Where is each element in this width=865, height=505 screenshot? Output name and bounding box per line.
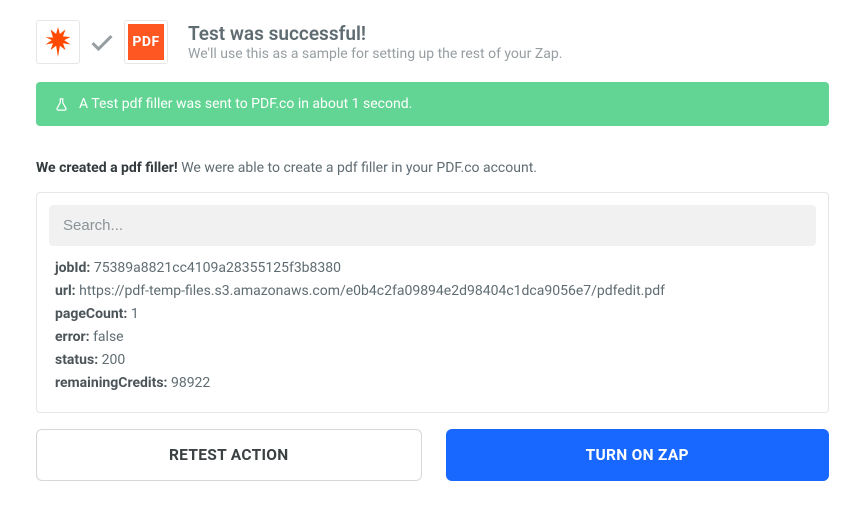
result-row: url: https://pdf-temp-files.s3.amazonaws…: [55, 283, 810, 299]
intro-text: We created a pdf filler! We were able to…: [36, 160, 829, 176]
check-icon: [88, 28, 116, 56]
result-list: jobId: 75389a8821cc4109a28355125f3b8380 …: [49, 260, 816, 400]
result-value: 200: [102, 352, 126, 368]
zapier-app-icon: [36, 20, 80, 64]
result-row: remainingCredits: 98922: [55, 375, 810, 391]
result-value: https://pdf-temp-files.s3.amazonaws.com/…: [79, 283, 665, 299]
header-text: Test was successful! We'll use this as a…: [188, 22, 562, 62]
success-subtitle: We'll use this as a sample for setting u…: [188, 46, 562, 62]
beaker-icon: [54, 97, 69, 112]
result-key: url:: [55, 283, 76, 299]
result-row: pageCount: 1: [55, 306, 810, 322]
result-key: jobId:: [55, 260, 90, 276]
result-row: status: 200: [55, 352, 810, 368]
result-key: status:: [55, 352, 98, 368]
turn-on-zap-button[interactable]: TURN ON ZAP: [446, 429, 830, 481]
success-title: Test was successful!: [188, 22, 562, 45]
retest-action-button[interactable]: RETEST ACTION: [36, 429, 422, 481]
button-row: RETEST ACTION TURN ON ZAP: [36, 429, 829, 481]
result-row: jobId: 75389a8821cc4109a28355125f3b8380: [55, 260, 810, 276]
zapier-starburst-icon: [43, 27, 73, 57]
result-row: error: false: [55, 329, 810, 345]
success-banner: A Test pdf filler was sent to PDF.co in …: [36, 82, 829, 126]
result-value: 75389a8821cc4109a28355125f3b8380: [94, 260, 341, 276]
search-input[interactable]: [49, 205, 816, 246]
result-value: 98922: [171, 375, 210, 391]
result-key: error:: [55, 329, 90, 345]
intro-rest: We were able to create a pdf filler in y…: [181, 160, 537, 176]
intro-bold: We created a pdf filler!: [36, 160, 178, 176]
result-value: 1: [131, 306, 139, 322]
result-value: false: [93, 329, 124, 345]
result-key: remainingCredits:: [55, 375, 167, 391]
result-key: pageCount:: [55, 306, 127, 322]
banner-text: A Test pdf filler was sent to PDF.co in …: [79, 96, 412, 112]
pdf-badge: PDF: [128, 24, 164, 60]
pdfco-app-icon: PDF: [124, 20, 168, 64]
header-row: PDF Test was successful! We'll use this …: [36, 20, 829, 64]
result-box: jobId: 75389a8821cc4109a28355125f3b8380 …: [36, 192, 829, 413]
